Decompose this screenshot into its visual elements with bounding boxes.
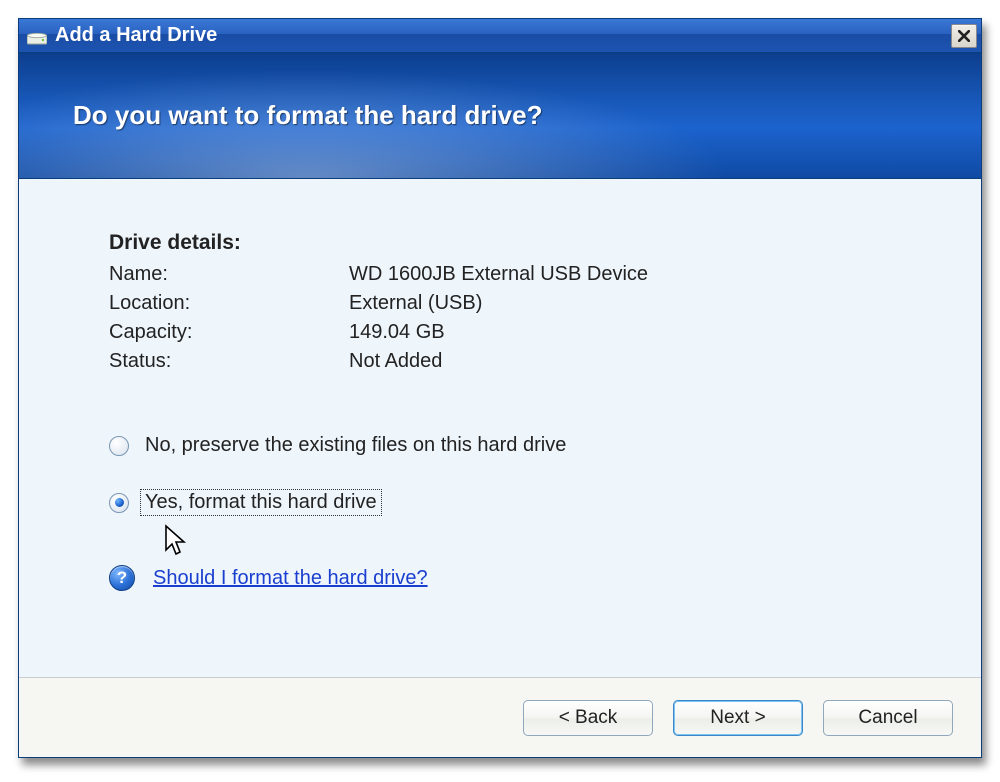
radio-format[interactable]: Yes, format this hard drive: [109, 490, 921, 515]
next-button[interactable]: Next >: [673, 700, 803, 736]
titlebar: Add a Hard Drive: [19, 19, 981, 53]
hard-drive-icon: [27, 29, 47, 43]
capacity-label: Capacity:: [109, 321, 349, 344]
name-label: Name:: [109, 263, 349, 286]
name-value: WD 1600JB External USB Device: [349, 263, 921, 286]
radio-preserve[interactable]: No, preserve the existing files on this …: [109, 433, 921, 458]
status-label: Status:: [109, 350, 349, 373]
location-label: Location:: [109, 292, 349, 315]
back-button[interactable]: < Back: [523, 700, 653, 736]
button-bar: < Back Next > Cancel: [19, 677, 981, 757]
cancel-button[interactable]: Cancel: [823, 700, 953, 736]
close-button[interactable]: [951, 24, 977, 48]
help-icon: ?: [109, 565, 135, 591]
banner: Do you want to format the hard drive?: [19, 53, 981, 179]
capacity-value: 149.04 GB: [349, 321, 921, 344]
location-value: External (USB): [349, 292, 921, 315]
content-area: Drive details: Name: WD 1600JB External …: [19, 179, 981, 677]
help-link[interactable]: Should I format the hard drive?: [153, 567, 428, 590]
banner-heading: Do you want to format the hard drive?: [73, 100, 542, 131]
radio-icon-checked: [109, 493, 129, 513]
drive-details-grid: Name: WD 1600JB External USB Device Loca…: [109, 263, 921, 373]
help-row: ? Should I format the hard drive?: [109, 565, 921, 591]
radio-preserve-label: No, preserve the existing files on this …: [141, 433, 570, 458]
drive-details-heading: Drive details:: [109, 231, 921, 255]
wizard-window: Add a Hard Drive Do you want to format t…: [18, 18, 982, 758]
radio-icon-unchecked: [109, 436, 129, 456]
window-title: Add a Hard Drive: [55, 24, 217, 47]
radio-format-label: Yes, format this hard drive: [141, 490, 381, 515]
status-value: Not Added: [349, 350, 921, 373]
